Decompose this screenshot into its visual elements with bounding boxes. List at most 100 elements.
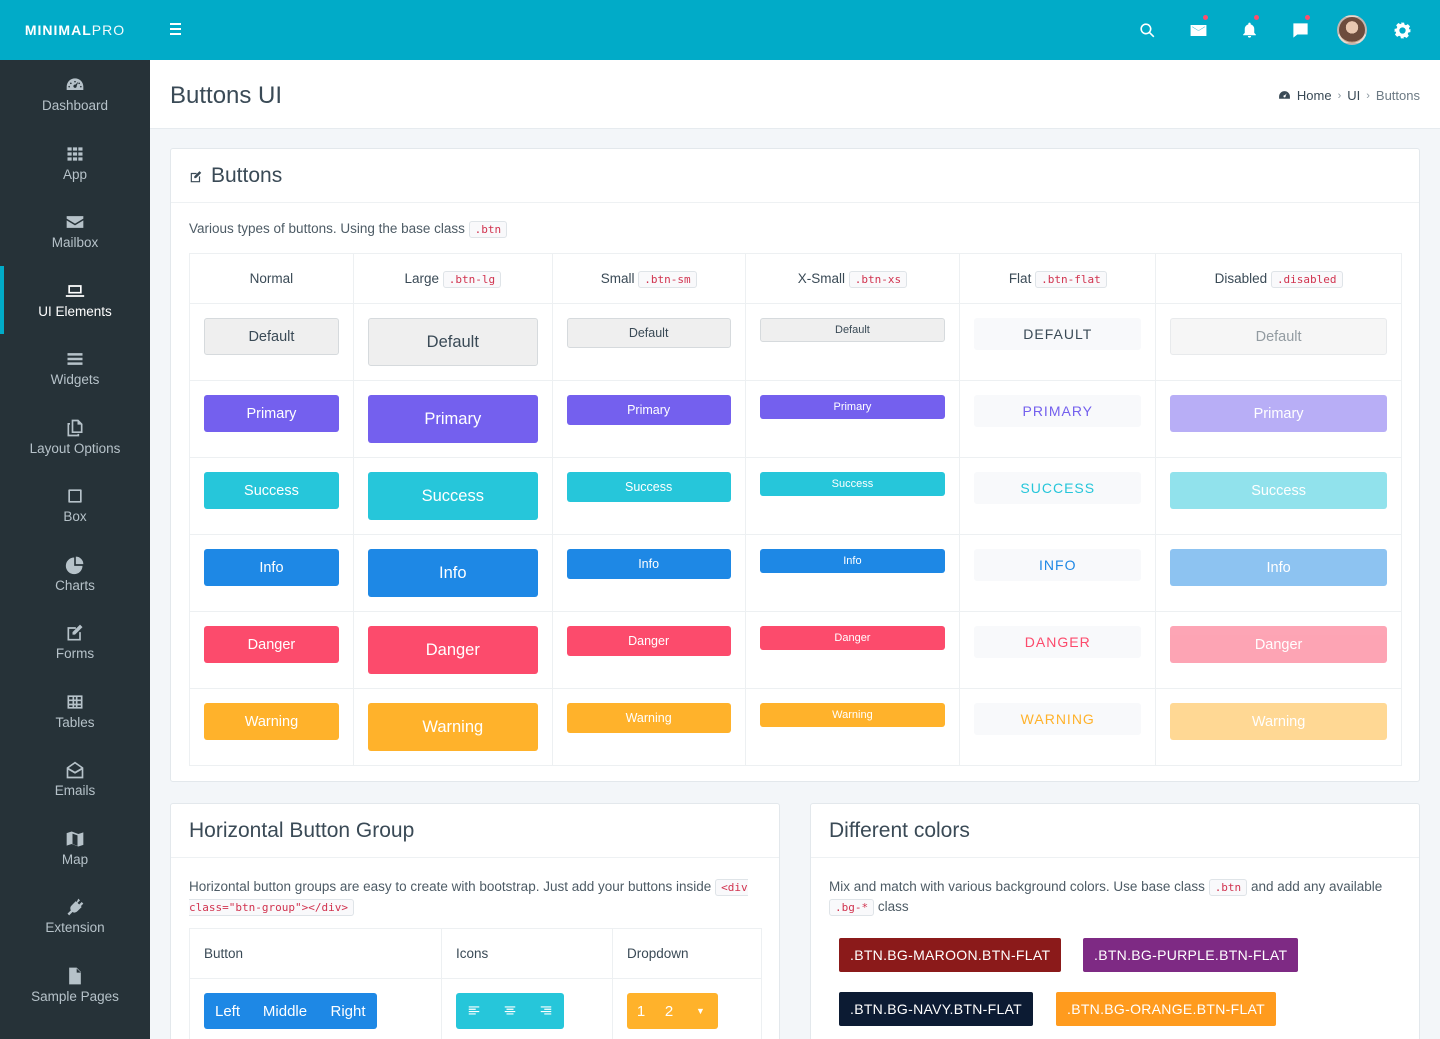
success-xs-button[interactable]: Success [759,472,946,496]
table-cell: Primary [189,380,354,458]
sidebar-item-charts[interactable]: Charts [0,540,150,609]
warning-normal-button[interactable]: Warning [204,703,339,740]
info-normal-button[interactable]: Info [204,549,339,586]
right-button[interactable]: Right [319,993,377,1029]
breadcrumb-home-link[interactable]: Home [1297,88,1332,103]
sidebar-item-label: Map [61,851,89,867]
default-lg-button[interactable]: Default [367,318,538,366]
align-left-button[interactable] [456,993,492,1029]
danger-sm-button[interactable]: Danger [566,626,731,656]
maroon-flat-button[interactable]: .BTN.BG-MAROON.BTN-FLAT [839,938,1062,972]
sidebar-item-extension[interactable]: Extension [0,882,150,951]
table-row: Info Info Info Info INFO Info [189,534,1402,612]
success-flat-button[interactable]: SUCCESS [974,472,1142,504]
table-cell: Warning [352,688,553,766]
table-cell: Left Middle Right [189,978,442,1039]
table-cell: PRIMARY [959,380,1157,458]
sidebar-item-sample-pages[interactable]: Sample Pages [0,951,150,1020]
mail-icon[interactable] [1173,0,1224,60]
middle-button[interactable]: Middle [251,993,319,1029]
align-right-button[interactable] [528,993,564,1029]
default-flat-button[interactable]: DEFAULT [974,318,1142,350]
page-title: Buttons UI [170,82,283,109]
default-normal-button[interactable]: Default [204,318,339,355]
warning-xs-button[interactable]: Warning [759,703,946,727]
description-text: Various types of buttons. Using the base… [189,221,465,236]
copy-icon [67,419,83,437]
info-sm-button[interactable]: Info [566,549,731,579]
success-lg-button[interactable]: Success [367,472,538,520]
user-avatar-button[interactable] [1326,0,1377,60]
align-center-icon [504,1006,516,1015]
table-cell: Danger [551,611,746,689]
description-text: Mix and match with various background co… [829,879,1205,894]
column-header: Icons [441,928,613,979]
warning-sm-button[interactable]: Warning [566,703,731,733]
table-cell: Info [352,534,553,612]
danger-flat-button[interactable]: DANGER [974,626,1142,658]
sidebar-item-box[interactable]: Box [0,471,150,540]
sidebar-item-widgets[interactable]: Widgets [0,334,150,403]
warning-flat-button[interactable]: WARNING [974,703,1142,735]
code-snippet: .disabled [1270,271,1343,288]
button-group-table: Button Icons Dropdown Left Middle Right [189,928,762,1039]
table-row: Success Success Success Success SUCCESS Succe… [189,457,1402,535]
search-icon[interactable] [1122,0,1173,60]
orange-flat-button[interactable]: .BTN.BG-ORANGE.BTN-FLAT [1056,992,1276,1026]
info-flat-button[interactable]: INFO [974,549,1142,581]
primary-xs-button[interactable]: Primary [759,395,946,419]
success-normal-button[interactable]: Success [204,472,339,509]
info-lg-button[interactable]: Info [367,549,538,597]
avatar [1336,15,1367,45]
group-button-1[interactable]: 1 [627,993,655,1029]
navy-flat-button[interactable]: .BTN.BG-NAVY.BTN-FLAT [839,992,1033,1026]
sidebar-toggle-icon[interactable] [166,20,186,40]
table-cell: DEFAULT [959,303,1157,381]
description-text: class [877,899,909,914]
sidebar-item-ui-elements[interactable]: UI Elements [0,265,150,335]
sidebar-item-forms[interactable]: Forms [0,608,150,677]
box-header: Horizontal Button Group [171,804,779,858]
danger-lg-button[interactable]: Danger [367,626,538,674]
left-button[interactable]: Left [204,993,251,1029]
sidebar-item-map[interactable]: Map [0,814,150,883]
dropdown-toggle-button[interactable]: ▼ [683,993,718,1029]
default-sm-button[interactable]: Default [566,318,731,348]
sidebar-item-app[interactable]: App [0,129,150,198]
primary-sm-button[interactable]: Primary [566,395,731,425]
danger-normal-button[interactable]: Danger [204,626,339,663]
info-xs-button[interactable]: Info [759,549,946,573]
primary-flat-button[interactable]: PRIMARY [974,395,1142,427]
code-snippet: .btn-sm [638,271,697,288]
column-header: Small .btn-sm [551,253,746,304]
sidebar-item-tables[interactable]: Tables [0,677,150,746]
breadcrumb: Home › UI › Buttons [1278,88,1420,103]
table-cell: Success [189,457,354,535]
laptop-icon [65,284,85,297]
dashboard-icon [66,78,84,91]
primary-disabled-button: Primary [1170,395,1387,432]
purple-flat-button[interactable]: .BTN.BG-PURPLE.BTN-FLAT [1083,938,1299,972]
gear-icon[interactable] [1377,0,1428,60]
group-button-2[interactable]: 2 [655,993,683,1029]
breadcrumb-ui-link[interactable]: UI [1347,88,1360,103]
sidebar-item-mailbox[interactable]: Mailbox [0,197,150,266]
success-sm-button[interactable]: Success [566,472,731,502]
brand-logo[interactable]: MINIMAL PRO [0,0,150,60]
sidebar-item-emails[interactable]: Emails [0,745,150,814]
primary-normal-button[interactable]: Primary [204,395,339,432]
table-cell: Default [551,303,746,381]
table-cell: Danger [1155,611,1402,689]
table-row: Default Default Default Default DEFAULT Defau… [189,303,1402,381]
default-xs-button[interactable]: Default [759,318,946,342]
danger-xs-button[interactable]: Danger [759,626,946,650]
box-description: Mix and match with various background co… [829,877,1399,917]
dropdown-button-group: 1 2 ▼ [627,993,718,1029]
align-center-button[interactable] [492,993,528,1029]
bell-icon[interactable] [1224,0,1275,60]
chat-icon[interactable] [1275,0,1326,60]
primary-lg-button[interactable]: Primary [367,395,538,443]
sidebar-item-layout-options[interactable]: Layout Options [0,403,150,472]
sidebar-item-dashboard[interactable]: Dashboard [0,60,150,129]
warning-lg-button[interactable]: Warning [367,703,538,751]
